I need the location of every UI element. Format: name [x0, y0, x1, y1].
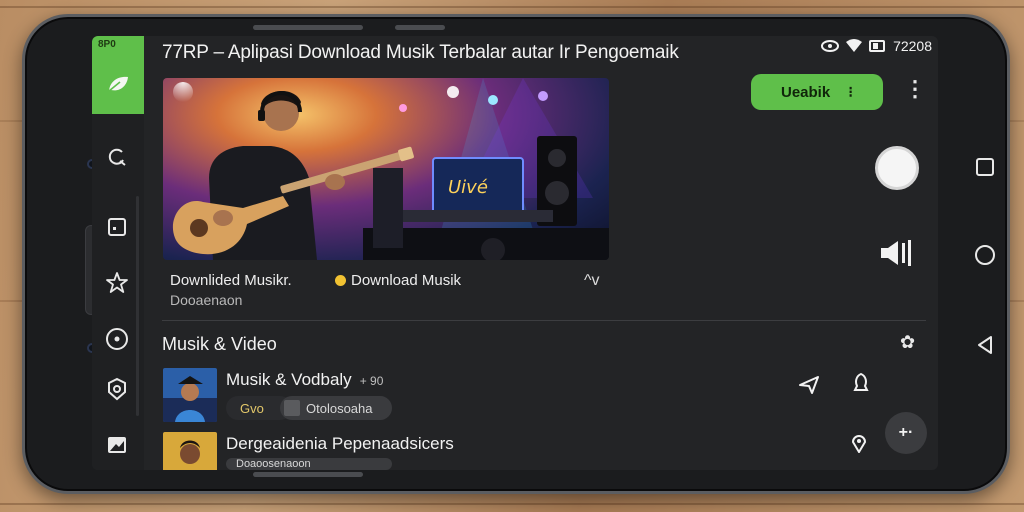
circle-nav-icon[interactable]: [973, 243, 997, 267]
rail-scrollbar[interactable]: [136, 196, 139, 416]
record-icon[interactable]: [104, 326, 130, 352]
star-icon[interactable]: [104, 270, 130, 296]
square-nav-icon[interactable]: [973, 155, 997, 179]
hero-image[interactable]: Uivé: [163, 78, 609, 260]
primary-button-dots: ⁝: [848, 84, 853, 101]
tag-right-text: Otolosoaha: [306, 400, 373, 416]
hero-caption-sub: Dooaenaon: [170, 292, 243, 308]
leaf-icon: [108, 76, 128, 92]
expand-icon[interactable]: ^v: [584, 272, 600, 290]
note-icon[interactable]: [104, 214, 130, 240]
status-time: 72208: [893, 38, 932, 54]
image-icon[interactable]: [104, 432, 130, 458]
battery-icon: [869, 40, 886, 52]
camera-shutter-icon[interactable]: [875, 146, 919, 190]
list-item-tag[interactable]: Doaoosenaoon: [226, 458, 392, 470]
section-title: Musik & Video: [162, 334, 277, 354]
list-item-thumbnail[interactable]: [163, 368, 217, 422]
page-title: 77RP – Aplipasi Download Musik Terbalar …: [162, 42, 679, 63]
status-bar: 72208: [821, 38, 932, 54]
section-divider: [162, 320, 926, 321]
list-item-title[interactable]: Musik & Vodbaly + 90: [226, 370, 383, 390]
bottom-key: [253, 472, 363, 477]
pin-icon: [335, 275, 346, 286]
refresh-icon[interactable]: [104, 144, 130, 170]
badge-icon[interactable]: [104, 376, 130, 402]
tag-swatch: [284, 400, 300, 416]
primary-button-label: Ueabik: [781, 83, 831, 101]
bell-icon[interactable]: [848, 370, 874, 396]
status-corner-text: 8P0: [98, 39, 116, 50]
share-icon[interactable]: [796, 372, 822, 398]
list-item-meta: + 90: [359, 374, 384, 388]
wifi-icon: [846, 39, 863, 52]
eye-icon: [821, 40, 840, 52]
location-icon[interactable]: [848, 432, 870, 454]
settings-icon[interactable]: ✿: [900, 332, 915, 353]
volume-icon[interactable]: [880, 238, 914, 268]
primary-button[interactable]: Ueabik ⁝: [751, 74, 883, 110]
rail-header[interactable]: 8P0: [92, 36, 144, 114]
add-icon[interactable]: +·: [885, 412, 927, 454]
hero-caption-right[interactable]: Download Musik: [335, 272, 461, 289]
list-item-title-text: Musik & Vodbaly: [226, 370, 352, 389]
volume-key: [253, 25, 363, 30]
hero-caption-right-text: Download Musik: [351, 272, 462, 289]
left-rail: 8P0: [92, 36, 144, 470]
svg-text:Uivé: Uivé: [448, 177, 488, 198]
more-options-icon[interactable]: ⋮: [904, 78, 926, 100]
power-key: [395, 25, 445, 30]
app-screen: 8P0 77RP – Aplipasi Download Musik Terba…: [92, 36, 938, 470]
list-item-thumbnail[interactable]: [163, 432, 217, 470]
list-item-title[interactable]: Dergeaidenia Pepenaadsicers: [226, 434, 454, 454]
hero-caption-left[interactable]: Downlided Musikr.: [170, 272, 292, 289]
back-nav-icon[interactable]: [973, 333, 997, 357]
